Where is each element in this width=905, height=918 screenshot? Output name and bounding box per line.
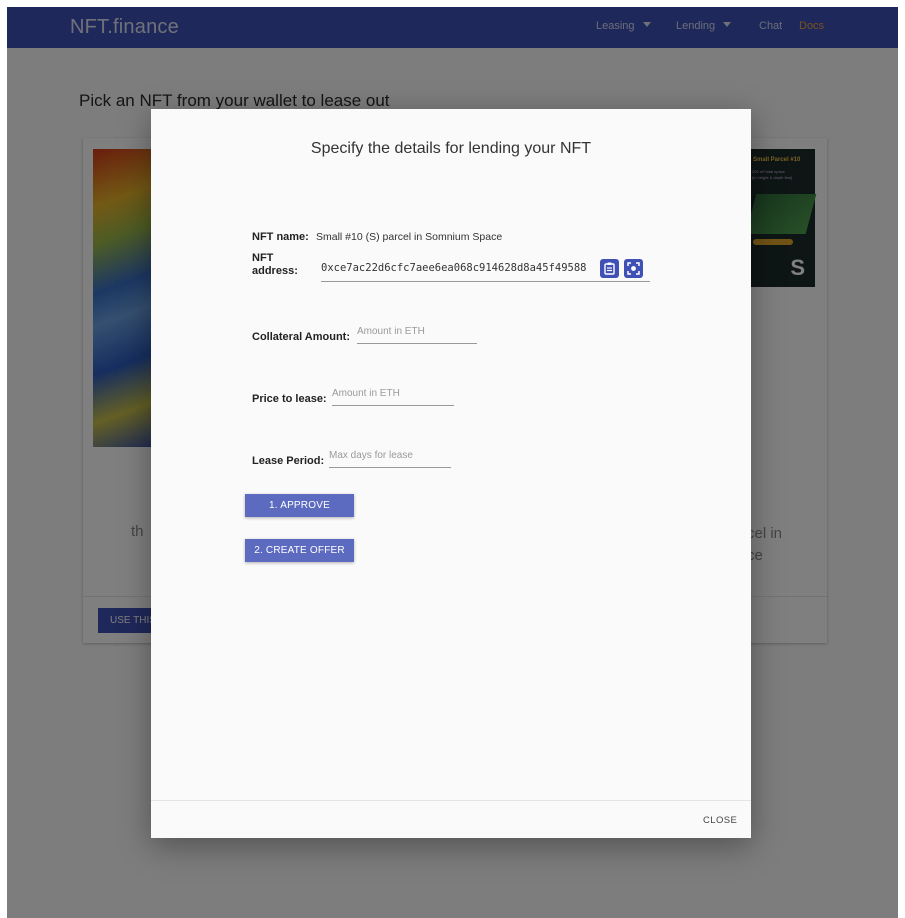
nft-name-label: NFT name: (252, 231, 309, 243)
nft-address-label-line-2: address: (252, 265, 298, 277)
dialog-footer-divider (151, 800, 751, 801)
approve-button[interactable]: 1. APPROVE (245, 494, 354, 517)
lease-period-underline (329, 467, 451, 468)
clipboard-icon (604, 262, 615, 275)
scan-icon (627, 262, 640, 275)
nft-address-label: NFT address: (252, 252, 298, 278)
price-input[interactable]: Amount in ETH (332, 388, 400, 399)
price-label: Price to lease: (252, 393, 327, 405)
create-offer-button[interactable]: 2. CREATE OFFER (245, 539, 354, 562)
lease-period-label: Lease Period: (252, 455, 325, 467)
price-underline (332, 405, 454, 406)
close-button[interactable]: CLOSE (703, 815, 737, 826)
app-page: NFT.finance Leasing Lending Chat Docs Pi… (7, 7, 898, 918)
collateral-input[interactable]: Amount in ETH (357, 326, 425, 337)
collateral-label: Collateral Amount: (252, 331, 350, 343)
copy-address-button[interactable] (600, 259, 619, 278)
lease-period-input[interactable]: Max days for lease (329, 450, 413, 461)
nft-name-value: Small #10 (S) parcel in Somnium Space (316, 231, 503, 243)
scan-address-button[interactable] (624, 259, 643, 278)
dialog-title: Specify the details for lending your NFT (310, 140, 592, 157)
nft-address-label-line-1: NFT (252, 252, 274, 264)
nft-address-underline (321, 281, 650, 282)
lend-nft-dialog: Specify the details for lending your NFT… (151, 109, 751, 838)
nft-address-input[interactable]: 0xce7ac22d6cfc7aee6ea068c914628d8a45f495… (321, 262, 587, 274)
collateral-underline (357, 343, 477, 344)
